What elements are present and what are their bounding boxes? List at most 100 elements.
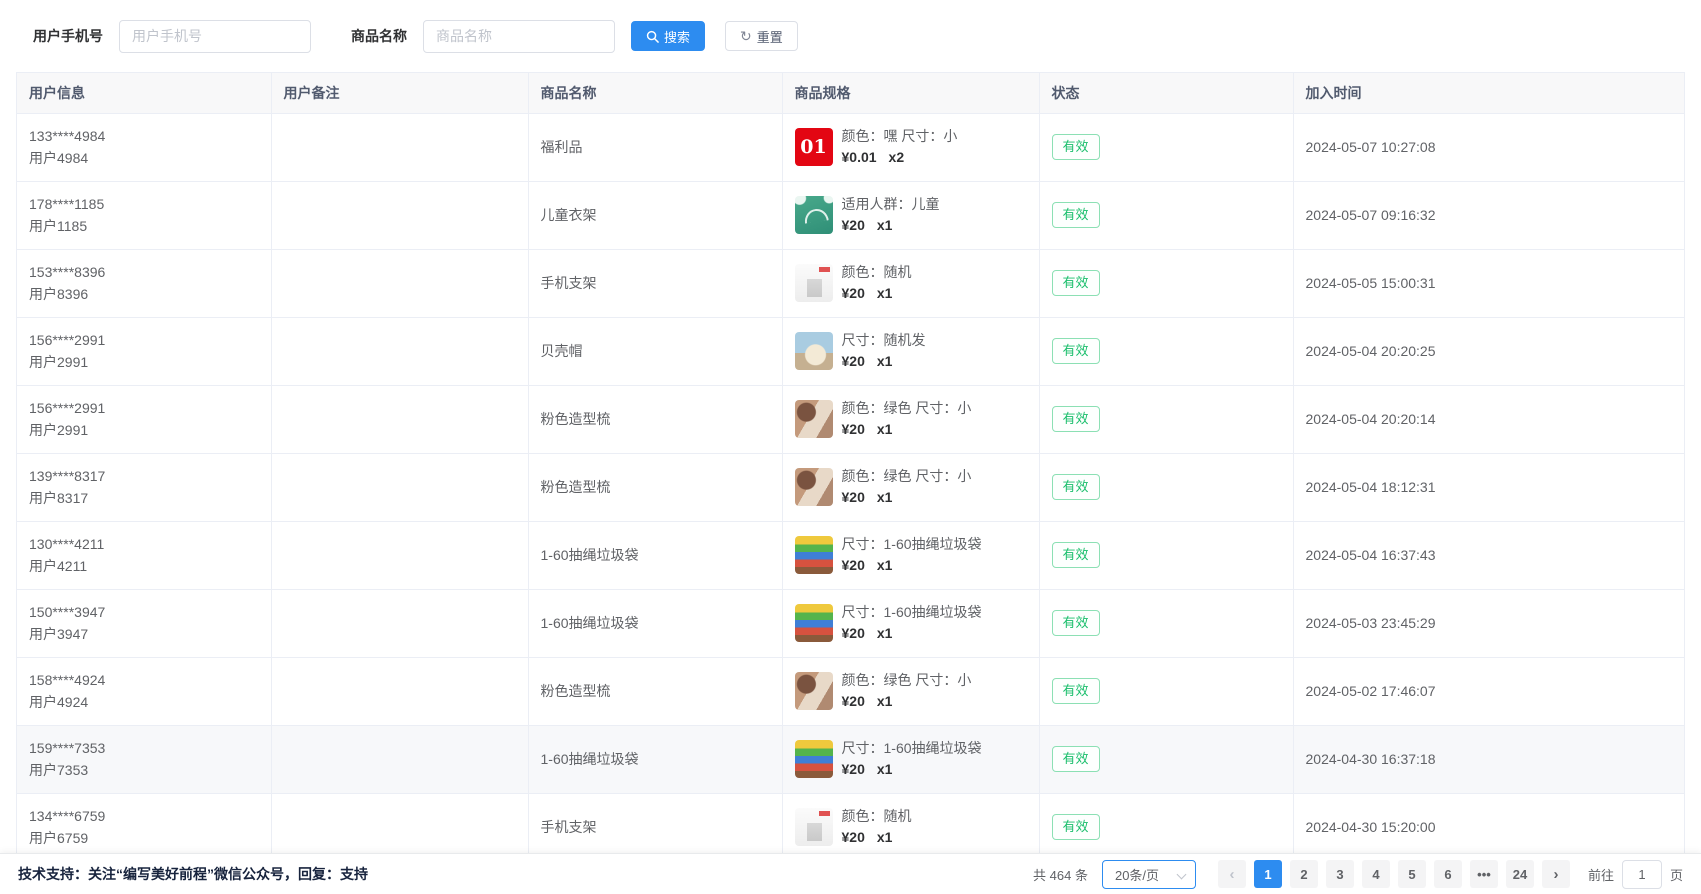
price-text: ¥20 xyxy=(842,761,865,777)
product-spec-cell: 颜色：绿色 尺寸：小 ¥20x1 xyxy=(782,657,1039,725)
page-button-5[interactable]: 5 xyxy=(1398,860,1426,888)
user-info-cell: 133****4984 用户4984 xyxy=(17,113,271,181)
status-cell: 有效 xyxy=(1039,181,1293,249)
goto-suffix: 页 xyxy=(1670,865,1683,884)
product-spec-cell: 适用人群：儿童 ¥20x1 xyxy=(782,181,1039,249)
table-row: 159****7353 用户7353 1-60抽绳垃圾袋 尺寸：1-60抽绳垃圾… xyxy=(17,725,1684,793)
add-time-cell: 2024-05-05 15:00:31 xyxy=(1293,249,1684,317)
product-spec-cell: 尺寸：随机发 ¥20x1 xyxy=(782,317,1039,385)
goto-wrap: 前往 页 xyxy=(1588,860,1683,889)
user-nickname: 用户1185 xyxy=(29,215,259,237)
page-button-1[interactable]: 1 xyxy=(1254,860,1282,888)
product-name-cell: 手机支架 xyxy=(528,249,782,317)
user-nickname: 用户2991 xyxy=(29,419,259,441)
table-body: 133****4984 用户4984 福利品 颜色：嘿 尺寸：小 ¥0.01x2… xyxy=(17,113,1684,861)
user-nickname: 用户4211 xyxy=(29,555,259,577)
product-image xyxy=(795,196,833,234)
spec-text: 尺寸：1-60抽绳垃圾袋 xyxy=(842,602,982,623)
user-phone: 178****1185 xyxy=(29,193,259,215)
user-remark-cell xyxy=(271,793,528,861)
user-remark-cell xyxy=(271,589,528,657)
page-button-2[interactable]: 2 xyxy=(1290,860,1318,888)
product-image xyxy=(795,400,833,438)
status-badge: 有效 xyxy=(1052,814,1100,840)
spec-text: 尺寸：1-60抽绳垃圾袋 xyxy=(842,738,982,759)
status-badge: 有效 xyxy=(1052,406,1100,432)
price-text: ¥20 xyxy=(842,829,865,845)
product-spec-cell: 尺寸：1-60抽绳垃圾袋 ¥20 x1 xyxy=(782,725,1039,793)
next-page-button[interactable]: › xyxy=(1542,860,1570,888)
quantity-text: x1 xyxy=(877,829,893,845)
user-info-cell: 158****4924 用户4924 xyxy=(17,657,271,725)
quantity-text: x1 xyxy=(877,421,893,437)
spec-text: 颜色：随机 xyxy=(842,262,912,283)
table-header-row: 用户信息 用户备注 商品名称 商品规格 状态 加入时间 xyxy=(17,73,1684,113)
product-name-cell: 1-60抽绳垃圾袋 xyxy=(528,521,782,589)
spec-text: 适用人群：儿童 xyxy=(842,194,940,215)
last-page-button[interactable]: 24 xyxy=(1506,860,1534,888)
status-badge: 有效 xyxy=(1052,134,1100,160)
product-name-cell: 手机支架 xyxy=(528,793,782,861)
add-time-cell: 2024-05-07 09:16:32 xyxy=(1293,181,1684,249)
user-phone: 158****4924 xyxy=(29,669,259,691)
table-row: 139****8317 用户8317 粉色造型梳 颜色：绿色 尺寸：小 ¥20x… xyxy=(17,453,1684,521)
quantity-text: x1 xyxy=(877,625,893,641)
price-text: ¥20 xyxy=(842,421,865,437)
status-cell: 有效 xyxy=(1039,521,1293,589)
status-cell: 有效 xyxy=(1039,793,1293,861)
product-spec-cell: 颜色：绿色 尺寸：小 ¥20 x1 xyxy=(782,385,1039,453)
product-image xyxy=(795,604,833,642)
quantity-text: x2 xyxy=(889,149,905,165)
table-row: 158****4924 用户4924 粉色造型梳 颜色：绿色 尺寸：小 ¥20x… xyxy=(17,657,1684,725)
product-name-cell: 粉色造型梳 xyxy=(528,453,782,521)
user-remark-cell xyxy=(271,657,528,725)
col-header-product-spec: 商品规格 xyxy=(782,73,1039,113)
user-info-cell: 178****1185 用户1185 xyxy=(17,181,271,249)
add-time-cell: 2024-05-02 17:46:07 xyxy=(1293,657,1684,725)
price-text: ¥20 xyxy=(842,625,865,641)
reset-button[interactable]: ↻ 重置 xyxy=(725,21,798,51)
status-badge: 有效 xyxy=(1052,610,1100,636)
price-text: ¥20 xyxy=(842,489,865,505)
goto-page-input[interactable] xyxy=(1622,860,1662,889)
add-time-cell: 2024-05-03 23:45:29 xyxy=(1293,589,1684,657)
product-name-cell: 1-60抽绳垃圾袋 xyxy=(528,589,782,657)
product-spec-cell: 颜色：随机 ¥20x1 xyxy=(782,249,1039,317)
pager-pages: 123456 xyxy=(1250,860,1466,888)
user-phone: 150****3947 xyxy=(29,601,259,623)
page-button-4[interactable]: 4 xyxy=(1362,860,1390,888)
product-name-cell: 粉色造型梳 xyxy=(528,385,782,453)
product-image xyxy=(795,128,833,166)
ellipsis-page-button[interactable]: ••• xyxy=(1470,860,1498,888)
add-time-cell: 2024-05-07 10:27:08 xyxy=(1293,113,1684,181)
col-header-product-name: 商品名称 xyxy=(528,73,782,113)
product-image xyxy=(795,332,833,370)
spec-text: 颜色：绿色 尺寸：小 xyxy=(842,398,972,419)
reset-button-label: 重置 xyxy=(757,27,783,46)
table-row: 133****4984 用户4984 福利品 颜色：嘿 尺寸：小 ¥0.01x2… xyxy=(17,113,1684,181)
user-remark-cell xyxy=(271,317,528,385)
user-phone: 159****7353 xyxy=(29,737,259,759)
phone-input[interactable] xyxy=(119,20,311,53)
footer-bar: 技术支持：关注“编写美好前程”微信公众号，回复：支持 共 464 条 20条/页… xyxy=(0,853,1701,894)
product-image xyxy=(795,536,833,574)
page-size-value: 20条/页 xyxy=(1115,865,1159,884)
product-name-cell: 福利品 xyxy=(528,113,782,181)
product-image xyxy=(795,740,833,778)
quantity-text: x1 xyxy=(877,761,893,777)
page-size-select[interactable]: 20条/页 xyxy=(1102,860,1196,889)
page-button-3[interactable]: 3 xyxy=(1326,860,1354,888)
prev-page-button[interactable]: ‹ xyxy=(1218,860,1246,888)
user-info-cell: 153****8396 用户8396 xyxy=(17,249,271,317)
status-badge: 有效 xyxy=(1052,474,1100,500)
status-badge: 有效 xyxy=(1052,746,1100,772)
user-phone: 156****2991 xyxy=(29,397,259,419)
search-button[interactable]: 搜索 xyxy=(631,21,705,51)
user-remark-cell xyxy=(271,521,528,589)
search-button-label: 搜索 xyxy=(664,27,690,46)
add-time-cell: 2024-05-04 20:20:25 xyxy=(1293,317,1684,385)
page-button-6[interactable]: 6 xyxy=(1434,860,1462,888)
product-name-input[interactable] xyxy=(423,20,615,53)
user-info-cell: 150****3947 用户3947 xyxy=(17,589,271,657)
user-info-cell: 156****2991 用户2991 xyxy=(17,385,271,453)
